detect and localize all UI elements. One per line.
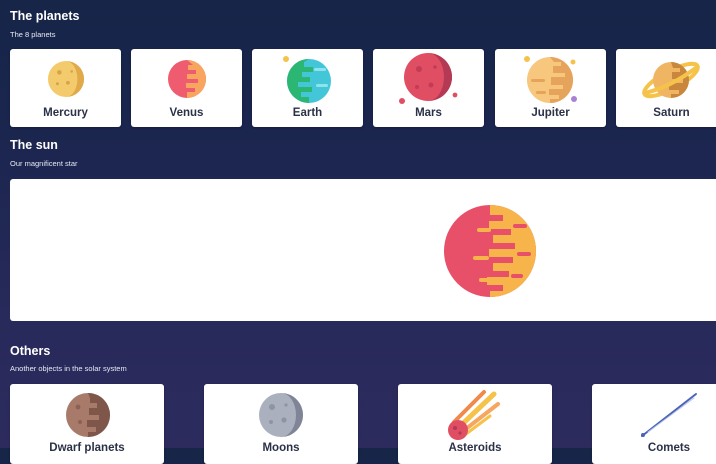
planets-section-subtitle: The 8 planets — [10, 30, 56, 39]
planet-label-jupiter: Jupiter — [531, 107, 570, 119]
dwarf-planet-icon — [66, 393, 110, 437]
other-label-comets: Comets — [647, 442, 691, 454]
other-label-dwarf-planets: Dwarf planets — [49, 442, 125, 454]
jupiter-icon — [524, 56, 577, 103]
planet-card-jupiter[interactable]: Jupiter — [495, 49, 606, 127]
planet-card-mars[interactable]: Mars — [373, 49, 484, 127]
planet-card-venus[interactable]: Venus — [131, 49, 242, 127]
earth-icon — [283, 56, 331, 103]
other-card-asteroids[interactable]: Asteroids — [398, 384, 552, 464]
sun-section-title: The sun — [10, 138, 58, 152]
planet-label-earth: Earth — [292, 107, 323, 119]
sun-panel[interactable] — [10, 179, 716, 321]
mercury-icon — [47, 60, 85, 98]
moon-icon — [259, 393, 303, 437]
sun-icon — [444, 205, 536, 297]
planet-label-mercury: Mercury — [43, 107, 88, 119]
mars-icon — [399, 53, 458, 104]
others-section-subtitle: Another objects in the solar system — [10, 364, 127, 373]
asteroid-icon — [448, 390, 500, 440]
planet-card-mercury[interactable]: Mercury — [10, 49, 121, 127]
venus-icon — [168, 60, 206, 98]
others-section-title: Others — [10, 344, 51, 358]
planet-card-earth[interactable]: Earth — [252, 49, 363, 127]
sun-section-subtitle: Our magnificent star — [10, 159, 78, 168]
planet-card-saturn[interactable]: Saturn — [616, 49, 716, 127]
other-card-moons[interactable]: Moons — [204, 384, 358, 464]
planet-label-venus: Venus — [169, 107, 204, 119]
other-label-moons: Moons — [262, 442, 300, 454]
comet-icon — [641, 393, 697, 437]
other-label-asteroids: Asteroids — [448, 442, 502, 454]
other-card-dwarf-planets[interactable]: Dwarf planets — [10, 384, 164, 464]
saturn-icon — [642, 61, 700, 99]
planet-label-mars: Mars — [415, 107, 442, 119]
planets-section-title: The planets — [10, 9, 80, 23]
planet-label-saturn: Saturn — [653, 107, 690, 119]
other-card-comets[interactable]: Comets — [592, 384, 716, 464]
